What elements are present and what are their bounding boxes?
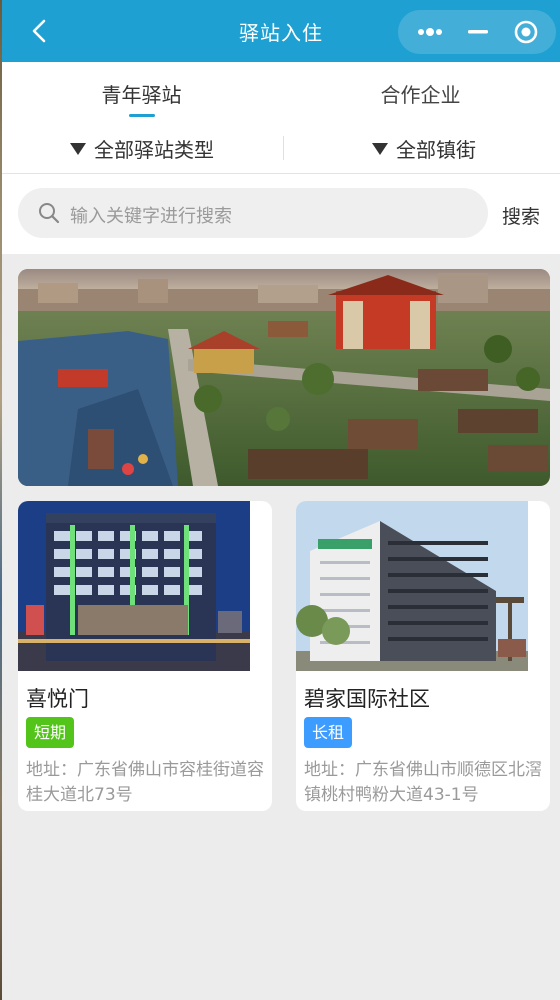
more-dots-icon: [418, 28, 442, 36]
search-bar: 输入关键字进行搜索 搜索: [2, 174, 560, 254]
station-address: 地址：广东省佛山市顺德区北滘镇桃村鸭粉大道43-1号: [304, 760, 542, 805]
filter-town-street-label: 全部镇街: [396, 138, 476, 162]
filter-town-street[interactable]: 全部镇街: [372, 134, 476, 163]
station-name: 喜悦门: [26, 687, 89, 711]
minus-icon: [468, 30, 488, 34]
tab-bar: 青年驿站 合作企业: [2, 62, 560, 122]
target-circle-icon: [514, 20, 538, 44]
apartment-building-photo: [296, 501, 528, 671]
hotel-photo: [18, 501, 250, 671]
banner-image[interactable]: [18, 269, 550, 486]
search-button[interactable]: 搜索: [502, 202, 540, 229]
triangle-down-icon: [372, 142, 388, 155]
minimize-button[interactable]: [452, 10, 504, 54]
station-card[interactable]: 喜悦门 短期 地址：广东省佛山市容桂街道容桂大道北73号: [18, 501, 272, 811]
search-input[interactable]: 输入关键字进行搜索: [18, 188, 488, 238]
filter-divider: [283, 136, 284, 160]
rental-type-badge: 长租: [304, 717, 353, 748]
triangle-down-icon: [70, 142, 86, 155]
tab-youth-station[interactable]: 青年驿站: [2, 79, 281, 108]
rental-type-badge: 短期: [26, 717, 75, 748]
tab-partner-enterprise[interactable]: 合作企业: [281, 79, 560, 108]
more-button[interactable]: [404, 10, 456, 54]
filter-station-type-label: 全部驿站类型: [94, 138, 214, 162]
station-card[interactable]: 碧家国际社区 长租 地址：广东省佛山市顺德区北滘镇桃村鸭粉大道43-1号: [296, 501, 550, 811]
navigation-bar: 驿站入住: [2, 0, 560, 62]
filter-station-type[interactable]: 全部驿站类型: [70, 134, 214, 163]
miniprogram-capsule: [398, 10, 556, 54]
aerial-park-photo: [18, 269, 550, 486]
search-placeholder: 输入关键字进行搜索: [70, 206, 232, 227]
active-tab-indicator: [129, 114, 155, 117]
station-address: 地址：广东省佛山市容桂街道容桂大道北73号: [26, 760, 264, 805]
close-miniprogram-button[interactable]: [502, 10, 554, 54]
page: 驿站入住 青年驿站 合作企业 全部驿站类型 全部镇街 输入关键字进行搜索 搜索 …: [2, 0, 560, 1000]
filter-bar: 全部驿站类型 全部镇街: [2, 122, 560, 174]
station-name: 碧家国际社区: [304, 687, 430, 711]
search-icon: [39, 203, 60, 224]
